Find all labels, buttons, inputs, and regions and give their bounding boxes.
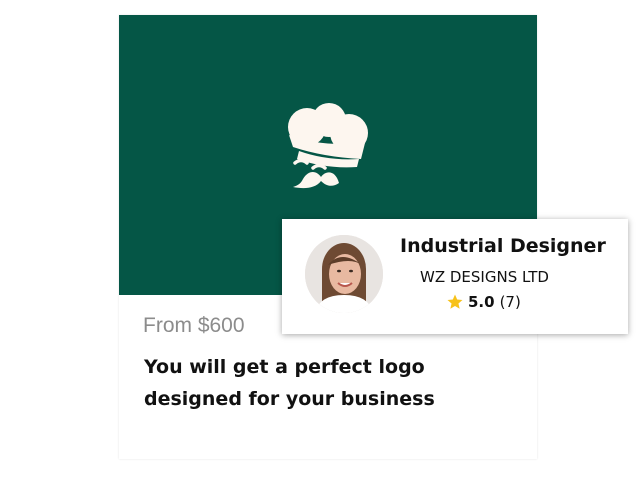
seller-card[interactable]: Industrial Designer WZ DESIGNS LTD 5.0 (… <box>282 219 628 334</box>
chef-hat-mustache-icon <box>288 103 368 189</box>
person-avatar-icon <box>305 235 383 313</box>
seller-avatar[interactable] <box>305 235 383 313</box>
seller-company: WZ DESIGNS LTD <box>420 268 549 286</box>
gig-price: From $600 <box>143 314 245 337</box>
star-icon <box>447 294 463 309</box>
rating-score: 5.0 <box>468 293 495 311</box>
seller-name[interactable]: Industrial Designer <box>400 235 606 257</box>
seller-rating: 5.0 (7) <box>446 293 521 311</box>
gig-title[interactable]: You will get a perfect logo designed for… <box>144 351 524 415</box>
review-count: (7) <box>499 293 521 311</box>
